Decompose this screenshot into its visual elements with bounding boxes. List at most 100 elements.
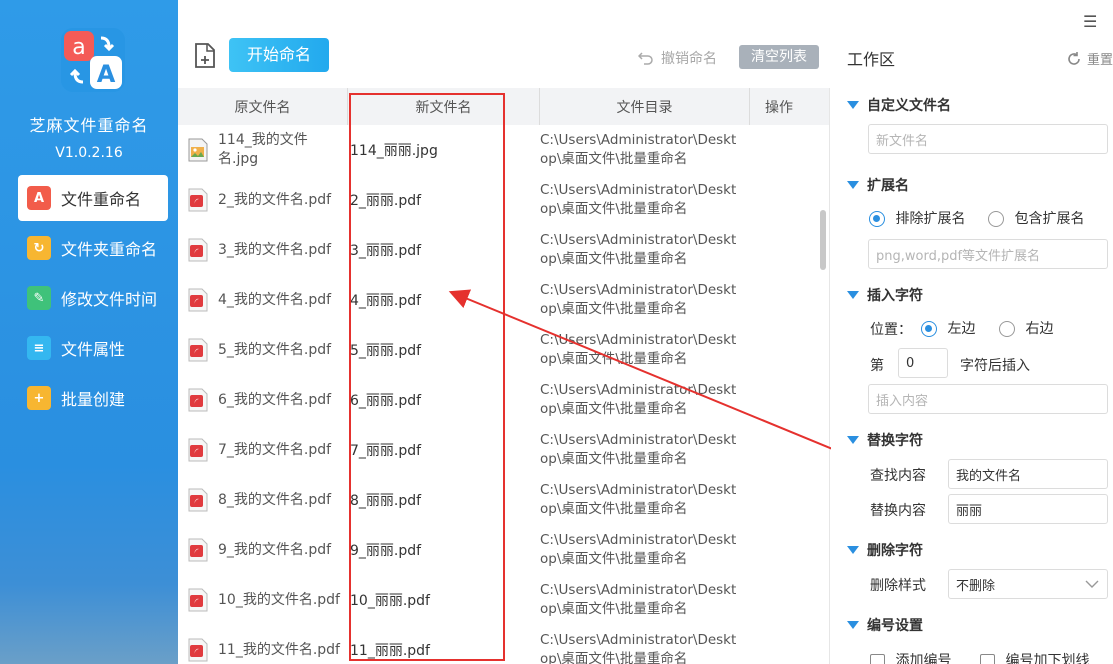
- add-file-icon[interactable]: [194, 43, 216, 69]
- radio-include-ext[interactable]: 包含扩展名: [988, 208, 1084, 228]
- pdf-file-icon: [188, 588, 208, 612]
- insert-position-label: 位置：: [870, 322, 912, 338]
- table-row[interactable]: 4_我的文件名.pdf 4_丽丽.pdf C:\Users\Administrato…: [178, 275, 829, 325]
- delete-style-select[interactable]: 不删除: [948, 569, 1108, 599]
- cell-action[interactable]: [750, 525, 808, 575]
- cell-directory: C:\Users\Administrator\Deskt op\桌面文件\批量重命…: [540, 482, 737, 517]
- find-content-input[interactable]: 我的文件名: [948, 459, 1108, 489]
- section-title: 插入字符: [867, 288, 923, 304]
- cell-action[interactable]: [750, 425, 808, 475]
- original-filename: 114_我的文件 名.jpg: [218, 132, 308, 167]
- pdf-file-icon: [188, 188, 208, 212]
- pdf-file-icon: [188, 338, 208, 362]
- cell-directory: C:\Users\Administrator\Deskt op\桌面文件\批量重命…: [540, 282, 737, 317]
- table-row[interactable]: 7_我的文件名.pdf 7_丽丽.pdf C:\Users\Administrato…: [178, 425, 829, 475]
- insert-position-input[interactable]: 0: [898, 348, 948, 378]
- clear-list-button[interactable]: 清空列表: [739, 45, 819, 69]
- cell-action[interactable]: [750, 225, 808, 275]
- table-row[interactable]: 6_我的文件名.pdf 6_丽丽.pdf C:\Users\Administrato…: [178, 375, 829, 425]
- section-title: 自定义文件名: [867, 98, 951, 114]
- menu-icon[interactable]: ☰: [1083, 12, 1097, 31]
- original-filename: 10_我的文件名.pdf: [218, 591, 340, 608]
- sidebar-item-folder-rename[interactable]: ↻ 文件夹重命名: [18, 225, 168, 271]
- cell-new-name: 6_丽丽.pdf: [350, 393, 422, 409]
- section-extension[interactable]: 扩展名: [847, 175, 909, 195]
- section-insert[interactable]: 插入字符: [847, 285, 923, 305]
- find-content-label: 查找内容: [870, 468, 926, 484]
- cell-new-name: 3_丽丽.pdf: [350, 243, 422, 259]
- section-custom-name[interactable]: 自定义文件名: [847, 95, 951, 115]
- add-number-checkbox[interactable]: 添加编号: [870, 650, 951, 664]
- table-row[interactable]: 5_我的文件名.pdf 5_丽丽.pdf C:\Users\Administrato…: [178, 325, 829, 375]
- extension-input[interactable]: png,word,pdf等文件扩展名: [868, 239, 1108, 269]
- insert-content-input[interactable]: 插入内容: [868, 384, 1108, 414]
- collapse-triangle-icon: [847, 546, 859, 554]
- original-filename: 11_我的文件名.pdf: [218, 641, 340, 658]
- cell-directory: C:\Users\Administrator\Deskt op\桌面文件\批量重命…: [540, 432, 737, 467]
- radio-exclude-ext[interactable]: 排除扩展名: [869, 208, 965, 228]
- reset-label: 重置: [1087, 53, 1113, 68]
- cell-action[interactable]: [750, 575, 808, 625]
- table-row[interactable]: 3_我的文件名.pdf 3_丽丽.pdf C:\Users\Administrato…: [178, 225, 829, 275]
- radio-insert-left[interactable]: 左边: [921, 318, 975, 338]
- cell-original-name: 3_我的文件名.pdf: [178, 225, 348, 275]
- insert-after-label: 字符后插入: [960, 358, 1030, 374]
- cell-new-name: 114_丽丽.jpg: [350, 143, 438, 159]
- section-title: 替换字符: [867, 433, 923, 449]
- cell-directory: C:\Users\Administrator\Deskt op\桌面文件\批量重命…: [540, 632, 737, 664]
- undo-icon: [638, 52, 653, 65]
- replace-content-input[interactable]: 丽丽: [948, 494, 1108, 524]
- radio-insert-right[interactable]: 右边: [999, 318, 1053, 338]
- col-header-new[interactable]: 新文件名: [348, 88, 540, 125]
- start-rename-button[interactable]: 开始命名: [229, 38, 329, 72]
- cell-new-name: 9_丽丽.pdf: [350, 543, 422, 559]
- col-header-directory[interactable]: 文件目录: [540, 88, 750, 125]
- cell-new-name: 4_丽丽.pdf: [350, 293, 422, 309]
- col-header-original[interactable]: 原文件名: [178, 88, 348, 125]
- table-scrollbar[interactable]: [820, 210, 826, 270]
- pdf-file-icon: [188, 388, 208, 412]
- sidebar-item-label: 修改文件时间: [61, 290, 158, 309]
- cell-action[interactable]: [750, 325, 808, 375]
- cell-action[interactable]: [750, 375, 808, 425]
- section-numbering[interactable]: 编号设置: [847, 615, 923, 635]
- sidebar-item-file-rename[interactable]: A 文件重命名: [18, 175, 168, 221]
- cell-action[interactable]: [750, 625, 808, 664]
- cell-directory: C:\Users\Administrator\Deskt op\桌面文件\批量重命…: [540, 182, 737, 217]
- section-replace[interactable]: 替换字符: [847, 430, 923, 450]
- table-row[interactable]: 2_我的文件名.pdf 2_丽丽.pdf C:\Users\Administrato…: [178, 175, 829, 225]
- panel-title: 工作区: [847, 50, 896, 69]
- cell-new-name: 11_丽丽.pdf: [350, 643, 430, 659]
- undo-rename-button[interactable]: 撤销命名: [638, 48, 717, 68]
- table-row[interactable]: 10_我的文件名.pdf 10_丽丽.pdf C:\Users\Administra…: [178, 575, 829, 625]
- sidebar-item-label: 批量创建: [61, 390, 126, 409]
- batch-create-icon: +: [27, 386, 51, 410]
- table-row[interactable]: 8_我的文件名.pdf 8_丽丽.pdf C:\Users\Administrato…: [178, 475, 829, 525]
- collapse-triangle-icon: [847, 101, 859, 109]
- table-row[interactable]: 114_我的文件 名.jpg 114_丽丽.jpg C:\Users\Administ…: [178, 125, 829, 175]
- cell-new-name: 7_丽丽.pdf: [350, 443, 422, 459]
- table-row[interactable]: 9_我的文件名.pdf 9_丽丽.pdf C:\Users\Administrato…: [178, 525, 829, 575]
- app-window: a A 芝麻文件重命名 V1.0.2.16 A 文件重命名 ↻ 文件夹重命名 ✎…: [0, 0, 1113, 664]
- sidebar-item-file-attr[interactable]: ≡ 文件属性: [18, 325, 168, 371]
- cell-original-name: 8_我的文件名.pdf: [178, 475, 348, 525]
- sidebar-item-file-time[interactable]: ✎ 修改文件时间: [18, 275, 168, 321]
- number-underline-checkbox[interactable]: 编号加下划线: [980, 650, 1089, 664]
- original-filename: 5_我的文件名.pdf: [218, 341, 332, 358]
- cell-action[interactable]: [750, 125, 808, 175]
- reset-button[interactable]: 重置: [1067, 49, 1113, 68]
- sidebar-item-batch-create[interactable]: + 批量创建: [18, 375, 168, 421]
- cell-action[interactable]: [750, 175, 808, 225]
- section-delete[interactable]: 删除字符: [847, 540, 923, 560]
- sidebar: a A 芝麻文件重命名 V1.0.2.16 A 文件重命名 ↻ 文件夹重命名 ✎…: [0, 0, 178, 664]
- delete-style-label: 删除样式: [870, 578, 926, 594]
- custom-name-input[interactable]: 新文件名: [868, 124, 1108, 154]
- cell-action[interactable]: [750, 275, 808, 325]
- cell-action[interactable]: [750, 475, 808, 525]
- table-row[interactable]: 11_我的文件名.pdf 11_丽丽.pdf C:\Users\Administra…: [178, 625, 829, 664]
- cell-directory: C:\Users\Administrator\Deskt op\桌面文件\批量重命…: [540, 332, 737, 367]
- original-filename: 9_我的文件名.pdf: [218, 541, 332, 558]
- cell-directory: C:\Users\Administrator\Deskt op\桌面文件\批量重命…: [540, 382, 737, 417]
- cell-original-name: 9_我的文件名.pdf: [178, 525, 348, 575]
- original-filename: 8_我的文件名.pdf: [218, 491, 332, 508]
